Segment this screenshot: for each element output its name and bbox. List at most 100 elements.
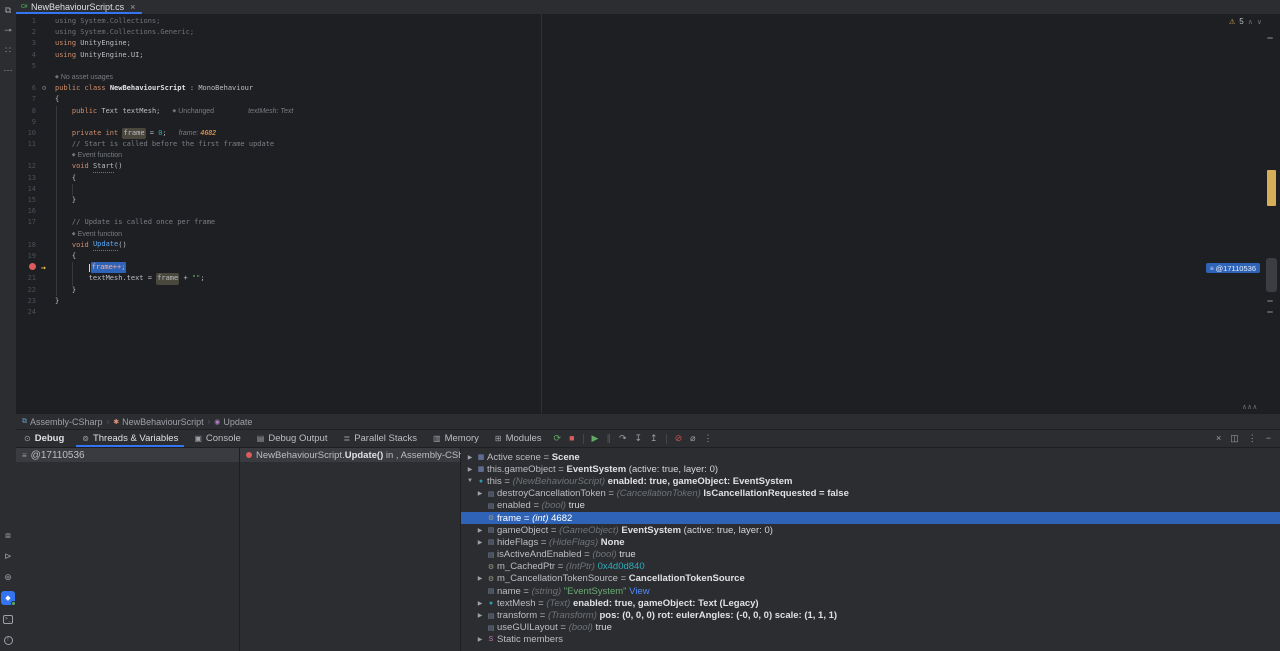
gutter[interactable] [38,16,55,27]
code-line[interactable]: 7{ [16,94,1280,105]
line-number[interactable]: 12 [16,161,38,172]
chevron-right-icon[interactable]: ▶ [475,527,485,534]
debug-tool-icon[interactable]: ◆ [1,591,15,605]
code-line[interactable]: 24 [16,307,1280,318]
gutter[interactable] [38,285,55,296]
code-line[interactable]: 1using System.Collections; [16,16,1280,27]
inlay-hint[interactable]: ◆Event function [72,229,122,240]
more-actions-button[interactable]: ⋮ [704,434,713,443]
gutter[interactable] [38,27,55,38]
code-line[interactable]: 11 // Start is called before the first f… [16,139,1280,150]
gutter[interactable] [38,251,55,262]
line-number[interactable]: 7 [16,94,38,105]
line-number[interactable] [16,72,38,83]
gutter[interactable] [38,61,55,72]
code-line[interactable]: 17 // Update is called once per frame [16,217,1280,228]
chevron-right-icon[interactable]: ▶ [475,612,485,619]
tab-modules[interactable]: ⊞Modules [487,430,550,447]
line-number[interactable]: 13 [16,173,38,184]
inlay-hint[interactable]: ◆Unchanged [172,106,214,117]
view-breakpoints-button[interactable]: ⌀ [690,434,695,443]
pause-button[interactable]: ∥ [606,434,611,443]
tab-memory[interactable]: ▥Memory [425,430,487,447]
gutter[interactable] [38,106,55,117]
services-icon[interactable]: ⊛ [1,570,15,584]
run-gutter-icon[interactable]: ⚙ [42,83,46,94]
inlay-hint[interactable]: ◆Event function [72,150,122,161]
frame-row[interactable]: NewBehaviourScript.Update() in , Assembl… [240,448,460,462]
code-line[interactable]: 5 [16,61,1280,72]
line-number[interactable]: 24 [16,307,38,318]
line-number[interactable]: 16 [16,206,38,217]
problems-icon[interactable]: ! [1,633,15,647]
line-number[interactable]: 2 [16,27,38,38]
tab-debug-output[interactable]: ▤Debug Output [249,430,336,447]
rerun-button[interactable]: ⟳ [554,434,562,443]
gutter[interactable] [38,229,55,240]
chevron-right-icon[interactable]: ▶ [465,454,475,461]
thread-inline-badge[interactable]: ≡@17110536 [1206,263,1260,273]
variable-row[interactable]: ⚙m_CachedPtr = (IntPtr) 0x4d0d840 [461,561,1280,573]
gutter[interactable] [38,72,55,83]
line-number[interactable]: 15 [16,195,38,206]
code-hint-row[interactable]: ◆Event function [16,150,1280,161]
line-number[interactable] [16,229,38,240]
code-hint-row[interactable]: ◆No asset usages [16,72,1280,83]
line-number[interactable]: 17 [16,217,38,228]
variable-row[interactable]: ▶▤hideFlags = (HideFlags) None [461,536,1280,548]
line-number[interactable]: 21 [16,273,38,284]
close-icon[interactable]: × [1216,434,1221,443]
line-number[interactable]: 3 [16,38,38,49]
line-number[interactable]: 11 [16,139,38,150]
close-tab-icon[interactable]: × [130,2,135,12]
line-number[interactable]: 9 [16,117,38,128]
gutter[interactable] [38,173,55,184]
inspections-widget[interactable]: ⚠5 ∧ ∨ [1229,17,1262,26]
code-line[interactable]: → frame++;≡@17110536 [16,262,1280,273]
code-line[interactable]: 19 { [16,251,1280,262]
gutter[interactable] [38,273,55,284]
variable-row[interactable]: ▼●this = (NewBehaviourScript) enabled: t… [461,475,1280,487]
variable-row[interactable]: ▶⚙m_CancellationTokenSource = Cancellati… [461,573,1280,585]
gutter[interactable] [38,94,55,105]
breadcrumb-module[interactable]: ⧉Assembly-CSharp [22,417,103,427]
code-line[interactable]: 21 textMesh.text = frame + ""; [16,273,1280,284]
gutter[interactable] [38,50,55,61]
gutter[interactable] [38,217,55,228]
line-number[interactable]: 18 [16,240,38,251]
chevron-right-icon[interactable]: ▶ [475,575,485,582]
warning-stripe-mark[interactable] [1267,170,1276,206]
chevron-down-icon[interactable]: ▼ [465,478,475,484]
debug-tool-window-caption[interactable]: ⊙ Debug [16,430,74,447]
next-problem-icon[interactable]: ∨ [1257,18,1262,26]
line-number[interactable]: 6 [16,83,38,94]
gutter[interactable] [38,307,55,318]
gutter[interactable] [38,139,55,150]
line-number[interactable] [16,150,38,161]
build-icon[interactable]: ⧈ [1,528,15,542]
variable-row[interactable]: ▶▤transform = (Transform) pos: (0, 0, 0)… [461,609,1280,621]
gutter[interactable] [38,150,55,161]
breakpoint-icon[interactable] [29,263,36,270]
code-line[interactable]: 16 [16,206,1280,217]
line-number[interactable]: 8 [16,106,38,117]
stop-button[interactable]: ■ [569,434,574,443]
code-line[interactable]: 2using System.Collections.Generic; [16,27,1280,38]
breadcrumb-method[interactable]: ◉Update [214,417,252,427]
variable-row[interactable]: ▶▦Active scene = Scene [461,451,1280,463]
tab-threads-variables[interactable]: ⊚Threads & Variables [74,430,186,447]
variable-row[interactable]: ▶▤gameObject = (GameObject) EventSystem … [461,524,1280,536]
line-number[interactable]: 14 [16,184,38,195]
hide-icon[interactable]: − [1266,434,1271,443]
variable-row[interactable]: ▶▤destroyCancellationToken = (Cancellati… [461,488,1280,500]
stripe-mark[interactable] [1267,37,1273,39]
code-line[interactable]: 9 [16,117,1280,128]
run-icon[interactable]: ⊳ [1,549,15,563]
commit-icon[interactable]: ⊸ [1,23,15,37]
code-line[interactable]: 18 void Update() [16,240,1280,251]
code-line[interactable]: 4using UnityEngine.UI; [16,50,1280,61]
terminal-icon[interactable]: >_ [1,612,15,626]
code-line[interactable]: 23} [16,296,1280,307]
editor-tab-newbehaviourscript[interactable]: C# NewBehaviourScript.cs × [16,0,142,14]
chevron-right-icon[interactable]: ▶ [465,466,475,473]
